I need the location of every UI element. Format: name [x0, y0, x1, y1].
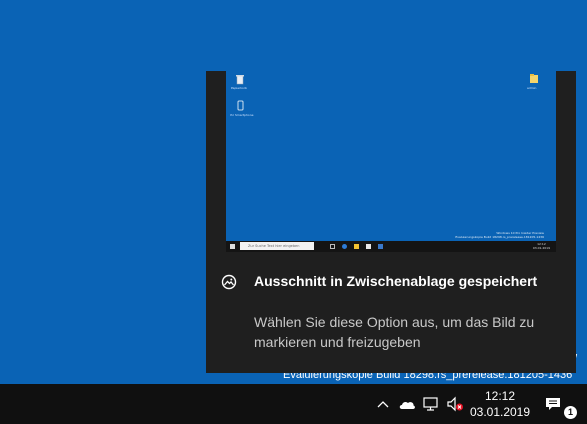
taskbar: 12:12 03.01.2019 1	[0, 384, 587, 424]
recycle-bin-icon	[236, 75, 244, 85]
notification-count-badge: 1	[564, 406, 577, 419]
volume-muted-icon	[447, 396, 463, 412]
phone-link-icon	[237, 100, 244, 111]
preview-icon-label: admin	[527, 86, 537, 90]
taskbar-clock[interactable]: 12:12 03.01.2019	[467, 388, 533, 420]
edge-icon	[342, 244, 347, 249]
network-icon	[423, 397, 438, 411]
windows-start-icon	[230, 244, 235, 249]
action-center-icon	[546, 398, 560, 410]
toast-body: Wählen Sie diese Option aus, um das Bild…	[254, 314, 535, 350]
clock-time: 12:12	[484, 389, 516, 403]
preview-icon-label: Papierkorb	[231, 86, 247, 90]
network-button[interactable]	[420, 384, 442, 424]
preview-watermark: Windows 10 Pro Insider Preview Evaluieru…	[455, 231, 544, 239]
onedrive-cloud-icon	[399, 401, 415, 409]
clipboard-toast-notification[interactable]: Papierkorb Ihr Smartphone admin Windows …	[206, 71, 576, 373]
show-hidden-icons-button[interactable]	[372, 384, 394, 424]
action-center-button[interactable]	[541, 384, 565, 424]
clock-date: 03.01.2019	[469, 405, 531, 419]
snip-sketch-icon	[221, 274, 237, 290]
preview-clock: 12:12 03.01.2019	[532, 242, 550, 250]
preview-icon-label: Ihr Smartphone	[230, 113, 254, 117]
onedrive-button[interactable]	[396, 384, 418, 424]
screenshot-preview-thumbnail[interactable]: Papierkorb Ihr Smartphone admin Windows …	[226, 71, 556, 252]
folder-icon	[530, 74, 538, 83]
mail-icon	[378, 244, 383, 249]
volume-button[interactable]	[444, 384, 466, 424]
preview-taskbar: Zur Suche Text hier eingeben 12:12 03.01…	[226, 241, 556, 252]
store-icon	[366, 244, 371, 249]
preview-search-box: Zur Suche Text hier eingeben	[240, 242, 314, 250]
toast-title: Ausschnitt in Zwischenablage gespeichert	[254, 273, 538, 289]
chevron-up-icon	[377, 401, 389, 408]
explorer-icon	[354, 244, 359, 249]
task-view-icon	[330, 244, 335, 249]
